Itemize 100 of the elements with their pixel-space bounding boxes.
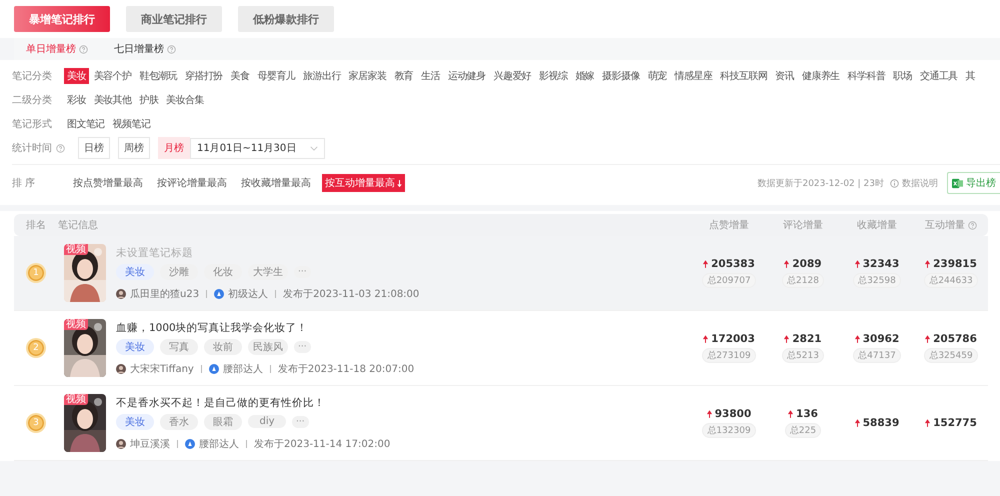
column-header: 笔记信息: [58, 218, 98, 232]
increase-value: 32343: [862, 258, 900, 270]
arrow-up-icon: [788, 410, 794, 418]
ranking-tab[interactable]: 商业笔记排行: [126, 6, 222, 32]
sort-option[interactable]: 按收藏增量最高: [238, 174, 314, 192]
sort-option[interactable]: 按互动增量最高: [322, 174, 405, 192]
sort-option[interactable]: 按评论增量最高: [154, 174, 230, 192]
filter-option[interactable]: 穿搭打扮: [182, 68, 226, 84]
tag: 美妆: [116, 338, 154, 354]
sort-option[interactable]: 按点赞增量最高: [70, 174, 146, 192]
arrow-up-icon: [784, 334, 790, 344]
ranking-tab[interactable]: 低粉爆款排行: [238, 6, 334, 32]
tag: 眼霜: [204, 414, 242, 430]
filter-option[interactable]: 婚嫁: [572, 68, 598, 84]
arrow-up-icon: [925, 418, 930, 428]
arrow-up-icon: [925, 260, 930, 268]
help-icon[interactable]: [167, 44, 176, 54]
increase-value: 152775: [933, 417, 977, 429]
export-button[interactable]: 导出榜: [947, 172, 1000, 194]
ranking-tab[interactable]: 暴增笔记排行: [14, 6, 110, 32]
tag: diy: [248, 415, 286, 428]
table-row[interactable]: 1 视频 未设置笔记标题 美妆 沙雕 化妆 大学生 ··· 瓜田里的猹u23 初级达人 发布于2023-11-03 21:08:00 205383 总209707 2089 总2128 32343 总32598 239815 总244633: [14, 236, 988, 311]
total-value: 总325459: [924, 348, 978, 363]
arrow-up-icon: [854, 418, 860, 428]
author-name[interactable]: 大宋宋Tiffany: [130, 362, 194, 376]
level-icon: [208, 364, 219, 374]
publish-time: 发布于2023-11-14 17:02:00: [254, 438, 390, 450]
tag: 民族风: [248, 338, 288, 354]
increase-value: 2821: [792, 333, 822, 345]
period-button[interactable]: 日榜: [78, 137, 110, 159]
period-button[interactable]: 周榜: [118, 137, 150, 159]
filter-option[interactable]: 家居家装: [346, 68, 390, 84]
date-range-select[interactable]: 11月01日~11月30日: [190, 138, 326, 158]
filter-option[interactable]: 萌宠: [644, 68, 670, 84]
avatar: [116, 438, 126, 448]
increase-value: 93800: [714, 408, 752, 420]
filter-option[interactable]: 图文笔记: [64, 116, 108, 132]
total-value: 总273109: [702, 348, 756, 363]
total-value: 总244633: [924, 273, 978, 288]
arrow-up-icon: [706, 410, 712, 418]
filter-option[interactable]: 视频笔记: [110, 116, 154, 132]
filter-option[interactable]: 影视综: [536, 68, 570, 84]
total-value: 总47137: [853, 348, 901, 363]
table-row[interactable]: 2 视频 血赚，1000块的写真让我学会化妆了！ 美妆 写真 妆前 民族风 ··· 大宋宋Tiffany 腰部达人 发布于2023-11-18 20:07:00 172003 总273109 2821 总5213 30962 总47137 205786 总325459: [14, 311, 988, 386]
filter-option[interactable]: 运动健身: [444, 68, 489, 84]
total-value: 总2128: [782, 273, 824, 288]
filter-option[interactable]: 情感星座: [672, 68, 716, 84]
rank-medal: 1: [28, 265, 44, 281]
filter-option[interactable]: 职场: [890, 68, 916, 84]
tag: 化妆: [204, 264, 242, 280]
arrow-up-icon: [703, 260, 708, 268]
note-title[interactable]: 血赚，1000块的写真让我学会化妆了！: [116, 320, 692, 334]
arrow-up-icon: [854, 260, 860, 268]
total-value: 总132309: [702, 423, 756, 438]
filter-option[interactable]: 资讯: [772, 68, 797, 84]
filter-option[interactable]: 美妆合集: [163, 92, 207, 108]
filter-option[interactable]: 交通工具: [917, 68, 961, 84]
sub-tab[interactable]: 单日增量榜: [26, 42, 76, 56]
filter-option[interactable]: 兴趣爱好: [490, 68, 534, 84]
filter-option[interactable]: 健康养生: [799, 68, 843, 84]
increase-value: 205383: [711, 258, 755, 270]
creator-level: 腰部达人: [199, 438, 239, 450]
author-name[interactable]: 瓜田里的猹u23: [130, 286, 200, 300]
filter-option[interactable]: 教育: [391, 68, 416, 84]
increase-value: 136: [796, 408, 818, 420]
filter-option[interactable]: 科技互联网: [717, 68, 770, 84]
author-name[interactable]: 坤豆溪溪: [130, 436, 170, 450]
filter-option[interactable]: 摄影摄像: [599, 68, 643, 84]
filter-option[interactable]: 科学科普: [844, 68, 888, 84]
sub-tab[interactable]: 七日增量榜: [114, 42, 164, 56]
note-title[interactable]: 不是香水买不起！是自己做的更有性价比！: [116, 396, 692, 410]
filter-option[interactable]: 美妆其他: [90, 92, 134, 108]
column-header: 收藏增量: [857, 218, 897, 232]
filter-option[interactable]: 美容个护: [90, 68, 134, 84]
filter-option[interactable]: 母婴育儿: [254, 68, 298, 84]
increase-value: 239815: [933, 258, 977, 270]
help-icon[interactable]: [79, 44, 88, 54]
arrow-up-icon: [925, 334, 930, 344]
help-icon[interactable]: [56, 144, 65, 152]
column-header: 点赞增量: [709, 218, 749, 232]
column-header: 排名: [26, 218, 46, 232]
filter-option[interactable]: 其: [962, 68, 978, 84]
filter-option[interactable]: 美妆: [64, 68, 89, 84]
update-info: 数据更新于2023-12-02 | 23时: [757, 178, 884, 190]
help-icon[interactable]: [968, 220, 977, 230]
table-row[interactable]: 3 视频 不是香水买不起！是自己做的更有性价比！ 美妆 香水 眼霜 diy ··· 坤豆溪溪 腰部达人 发布于2023-11-14 17:02:00 93800 总132309 136 总225 58839 152775: [14, 386, 988, 461]
arrow-up-icon: [784, 260, 790, 268]
filter-option[interactable]: 护肤: [136, 92, 162, 108]
filter-option[interactable]: 彩妆: [64, 92, 89, 108]
filter-option[interactable]: 鞋包潮玩: [136, 68, 180, 84]
filter-option[interactable]: 美食: [228, 68, 252, 84]
avatar: [116, 288, 126, 298]
rank-medal: 2: [28, 340, 44, 356]
period-button[interactable]: 月榜: [158, 137, 190, 159]
tag: 妆前: [204, 338, 242, 354]
column-header: 互动增量: [925, 219, 965, 232]
filter-option[interactable]: 旅游出行: [300, 68, 344, 84]
info-icon: [890, 178, 899, 188]
tag: 香水: [160, 414, 198, 430]
filter-option[interactable]: 生活: [418, 68, 443, 84]
